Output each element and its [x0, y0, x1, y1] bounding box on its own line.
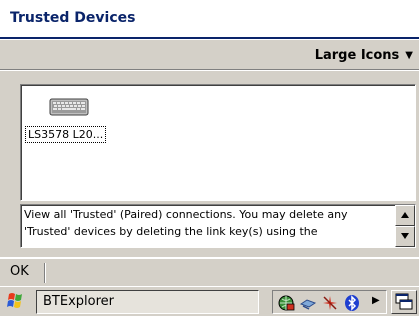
wireless-icon[interactable]: [321, 294, 339, 312]
menu-bar: OK: [0, 258, 419, 286]
active-task-button[interactable]: BTExplorer: [36, 290, 259, 314]
description-scrollbar[interactable]: [395, 205, 415, 247]
title-rule: [0, 37, 419, 39]
show-desktop-icon: [395, 293, 413, 310]
view-mode-label: Large Icons: [314, 48, 400, 63]
device-item[interactable]: LS3578 L20...: [25, 95, 115, 147]
system-tray: ▶: [272, 290, 387, 314]
scroll-up-button[interactable]: [395, 205, 415, 226]
scroll-up-arrow-icon: [401, 212, 409, 218]
windows-flag-icon: [7, 293, 22, 308]
menu-divider: [44, 263, 46, 283]
chevron-down-icon: ▼: [405, 49, 413, 61]
view-mode-dropdown[interactable]: Large Icons ▼: [315, 47, 413, 64]
chevron-right-icon[interactable]: ▶: [372, 295, 380, 306]
description-text: View all 'Trusted' (Paired) connections.…: [24, 208, 348, 238]
title-bar: Trusted Devices: [0, 0, 419, 39]
taskbar: BTExplorer ▶: [0, 286, 419, 316]
screen: Trusted Devices Large Icons ▼ LS3578 L20…: [0, 0, 419, 316]
scroll-down-arrow-icon: [401, 233, 409, 239]
device-label: LS3578 L20...: [25, 126, 107, 143]
bluetooth-icon[interactable]: [343, 294, 361, 312]
ok-button[interactable]: OK: [0, 259, 36, 286]
description-box: View all 'Trusted' (Paired) connections.…: [20, 204, 416, 248]
content-area: LS3578 L20... View all 'Trusted' (Paired…: [0, 71, 419, 257]
show-desktop-button[interactable]: [391, 290, 417, 314]
globe-network-icon[interactable]: [277, 294, 295, 312]
scroll-down-button[interactable]: [395, 226, 415, 247]
connectivity-icon[interactable]: [299, 294, 317, 312]
device-list[interactable]: LS3578 L20...: [20, 84, 416, 201]
keyboard-icon: [49, 98, 89, 116]
window-title: Trusted Devices: [10, 10, 136, 26]
view-toolbar: Large Icons ▼: [0, 40, 419, 70]
start-button[interactable]: [4, 290, 32, 314]
